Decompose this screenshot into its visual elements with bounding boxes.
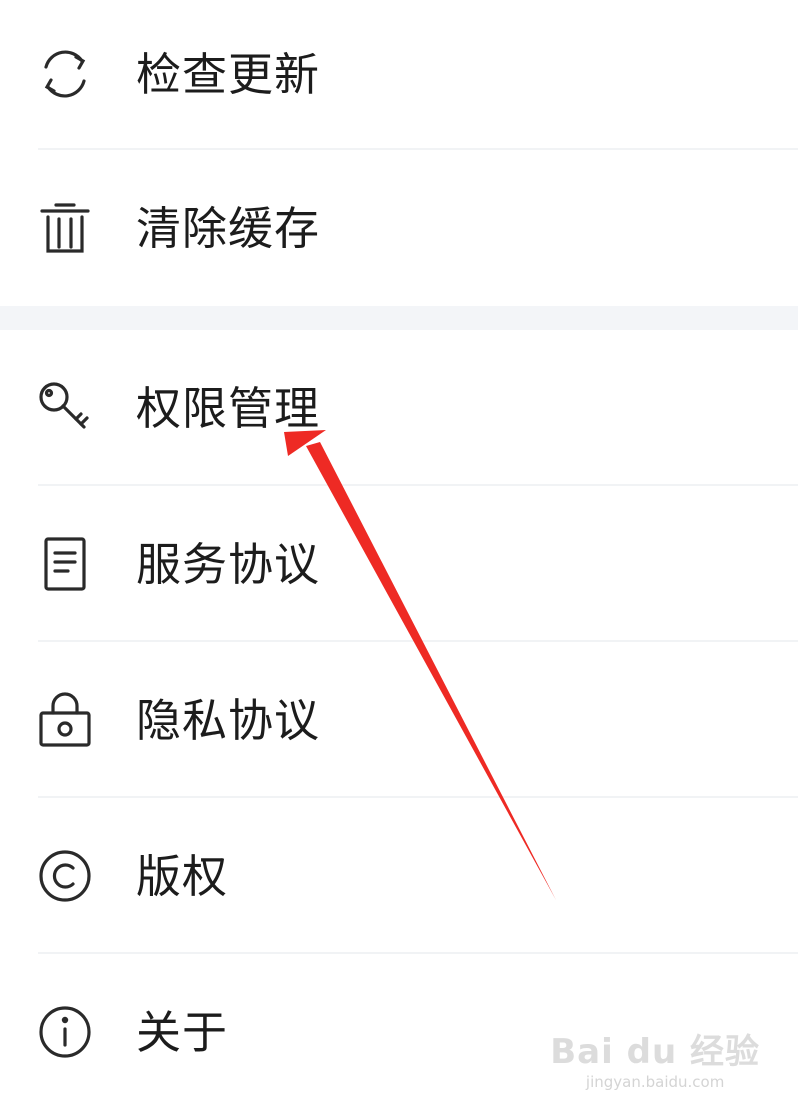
document-icon [36,535,94,593]
menu-item-label: 权限管理 [136,381,321,435]
menu-item-label: 关于 [136,1005,229,1059]
menu-item-permission-management[interactable]: 权限管理 [0,348,798,468]
divider [38,640,798,642]
divider [38,952,798,954]
lock-icon [36,691,94,749]
refresh-icon [36,45,94,103]
settings-page: 检查更新 清除缓存 权限管理 服务协议 隐私协议 版权 关于 Bai du 经验… [0,0,798,1105]
menu-item-label: 服务协议 [136,537,321,591]
baidu-watermark: Bai du 经验 jingyan.baidu.com [550,1035,760,1091]
watermark-sub: jingyan.baidu.com [585,1073,725,1091]
divider [38,796,798,798]
section-separator [0,306,798,330]
key-icon [36,379,94,437]
menu-item-check-update[interactable]: 检查更新 [0,14,798,134]
divider [38,484,798,486]
copyright-icon [36,847,94,905]
menu-item-privacy-agreement[interactable]: 隐私协议 [0,660,798,780]
menu-item-label: 隐私协议 [136,693,321,747]
menu-item-clear-cache[interactable]: 清除缓存 [0,168,798,288]
menu-item-label: 检查更新 [136,47,321,101]
menu-item-label: 版权 [136,849,229,903]
info-icon [36,1003,94,1061]
trash-icon [36,199,94,257]
menu-item-label: 清除缓存 [136,201,321,255]
menu-item-copyright[interactable]: 版权 [0,816,798,936]
divider [38,148,798,150]
menu-item-service-agreement[interactable]: 服务协议 [0,504,798,624]
watermark-main: Bai du 经验 [550,1032,760,1072]
